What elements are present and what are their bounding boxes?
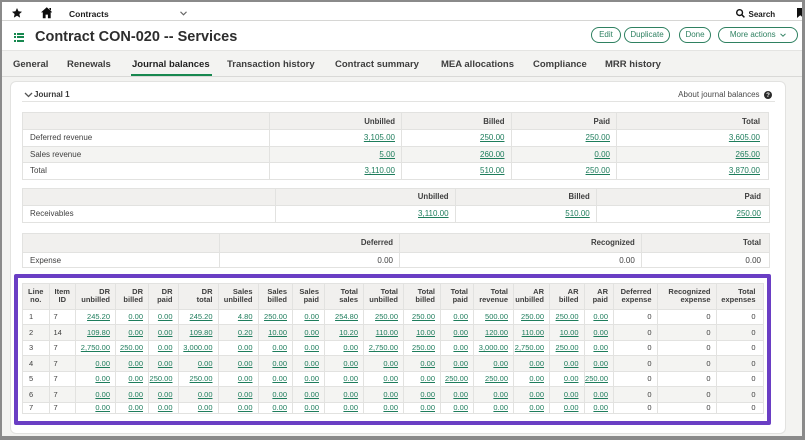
svg-text:?: ? bbox=[766, 92, 770, 99]
